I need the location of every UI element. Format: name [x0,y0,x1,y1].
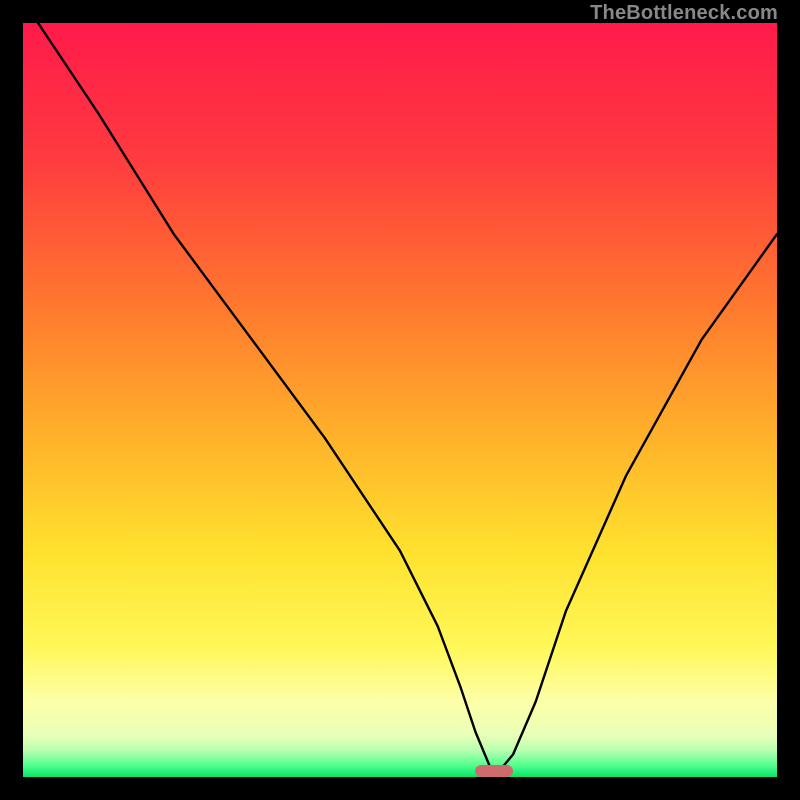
chart-frame: TheBottleneck.com [0,0,800,800]
plot-area [23,23,777,777]
optimum-marker [475,765,513,777]
bottleneck-curve [23,23,777,777]
watermark-text: TheBottleneck.com [590,2,778,25]
